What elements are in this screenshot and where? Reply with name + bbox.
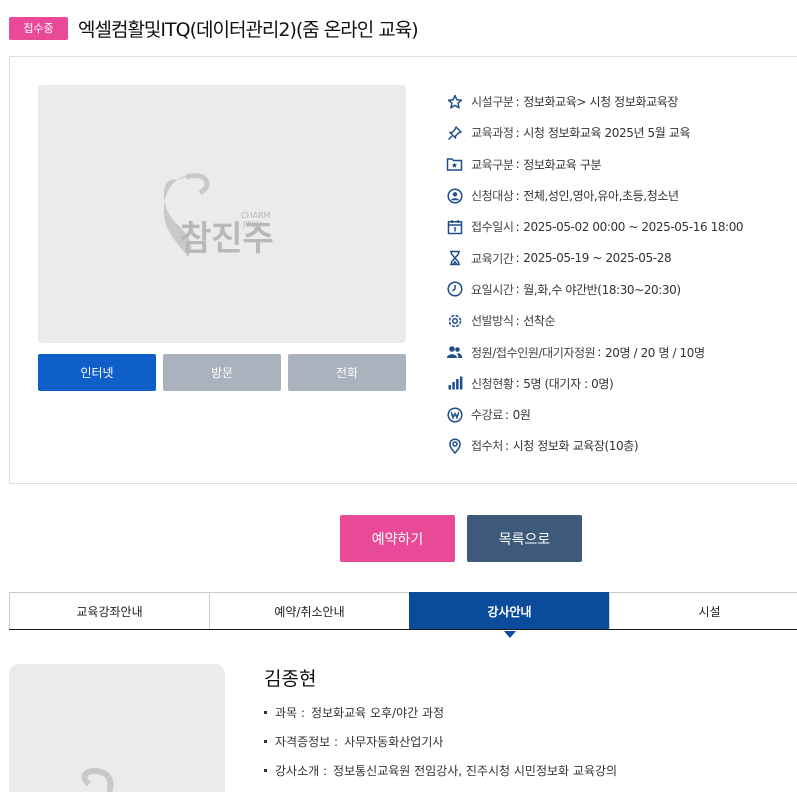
title-row: 접수중 엑셀컴활및ITQ(데이터관리2)(줌 온라인 교육) (9, 14, 419, 42)
info-target: 신청대상: 전체,성인,영아,유아,초등,청소년 (445, 180, 795, 211)
user-circle-icon (445, 186, 464, 205)
hourglass-icon (445, 249, 464, 268)
users-icon (445, 343, 464, 362)
instructor-details: 과목 : 정보화교육 오후/야간 과정 자격증정보 : 사무자동화산업기사 강사소개… (264, 698, 617, 785)
bar-chart-icon (445, 374, 464, 393)
pin-icon (445, 123, 464, 142)
info-selection-method: 선발방식: 선착순 (445, 305, 795, 336)
page-title: 엑셀컴활및ITQ(데이터관리2)(줌 온라인 교육) (78, 18, 419, 41)
calendar-icon (445, 217, 464, 236)
info-course: 교육과정: 시청 정보화교육 2025년 5월 교육 (445, 117, 795, 148)
logo-sub-text-2: JINJU (242, 220, 262, 229)
instructor-name: 김종현 (264, 668, 317, 690)
status-badge: 접수중 (9, 16, 68, 40)
clock-icon (445, 280, 464, 299)
info-day-time: 요일시간: 월,화,수 야간반(18:30~20:30) (445, 274, 795, 305)
info-capacity: 정원/접수인원/대기자정원:20명 / 20 명 / 10명 (445, 336, 795, 367)
charm-jinju-logo: 참진주 CHARM JINJU (163, 173, 274, 259)
folder-star-icon (445, 155, 464, 174)
tab-reservation-info[interactable]: 예약/취소안내 (209, 592, 409, 629)
logo-sub-text-1: CHARM (241, 211, 271, 220)
gear-icon (445, 311, 464, 330)
tab-facility-info[interactable]: 시설 (609, 592, 797, 629)
info-reception: 접수처: 시청 정보화 교육장(10층) (445, 430, 795, 461)
info-application-period: 접수일시:2025-05-02 00:00 ~ 2025-05-16 18:00 (445, 211, 795, 242)
location-icon (445, 436, 464, 455)
reserve-button[interactable]: 예약하기 (340, 515, 455, 562)
instructor-certificate-row: 자격증정보 : 사무자동화산업기사 (264, 727, 617, 756)
tab-instructor-info[interactable]: 강사안내 (409, 592, 609, 638)
instructor-subject-row: 과목 : 정보화교육 오후/야간 과정 (264, 698, 617, 727)
tab-course-info[interactable]: 교육강좌안내 (9, 592, 209, 629)
logo-swoosh-arc (185, 173, 210, 196)
instructor-photo (9, 664, 225, 792)
info-list: 시설구분: 정보화교육> 시청 정보화교육장 교육과정: 시청 정보화교육 2025… (445, 86, 795, 462)
won-icon (445, 405, 464, 424)
info-fee: 수강료:0원 (445, 399, 795, 430)
instructor-logo-watermark (81, 768, 114, 792)
method-visit-button[interactable]: 방문 (163, 354, 281, 391)
info-application-status: 신청현황:5명 (대기자 : 0명) (445, 368, 795, 399)
instructor-intro-row: 강사소개 : 정보통신교육원 전임강사, 진주시청 시민정보화 교육강의 (264, 756, 617, 785)
detail-tabs: 교육강좌안내 예약/취소안내 강사안내 시설 (9, 592, 797, 638)
back-to-list-button[interactable]: 목록으로 (467, 515, 582, 562)
course-thumbnail: 참진주 CHARM JINJU (38, 85, 406, 343)
method-internet-button[interactable]: 인터넷 (38, 354, 156, 391)
info-category: 교육구분: 정보화교육 구분 (445, 149, 795, 180)
info-facility: 시설구분: 정보화교육> 시청 정보화교육장 (445, 86, 795, 117)
method-phone-button[interactable]: 전화 (288, 354, 406, 391)
star-icon (445, 92, 464, 111)
info-education-period: 교육기간:2025-05-19 ~ 2025-05-28 (445, 242, 795, 273)
